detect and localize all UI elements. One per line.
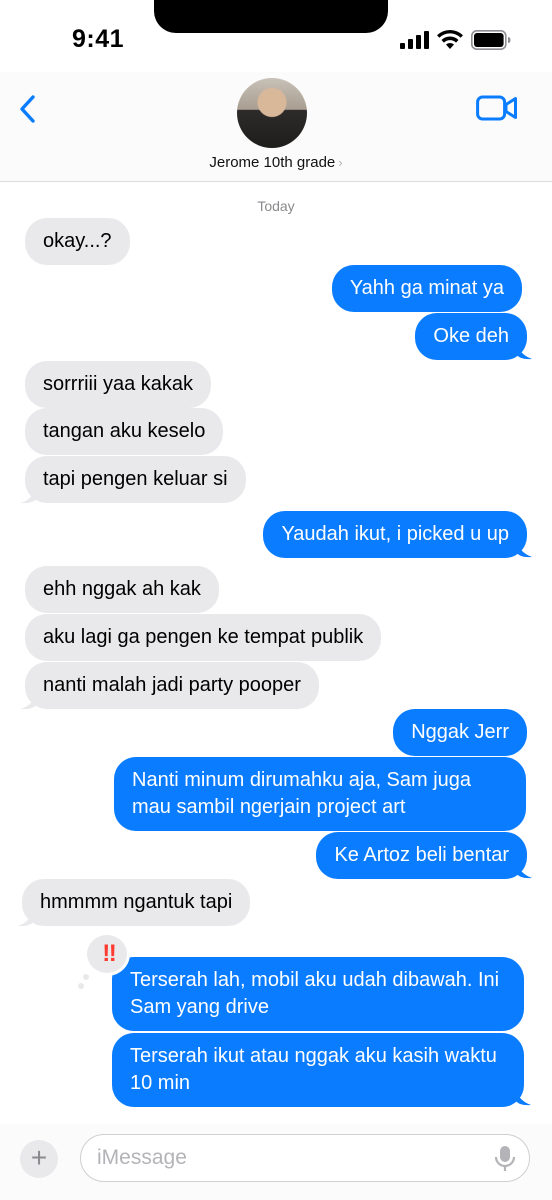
bubble-tail bbox=[516, 340, 532, 360]
battery-icon bbox=[471, 30, 511, 50]
contact-name-button[interactable]: Jerome 10th grade › bbox=[0, 154, 552, 171]
status-time: 9:41 bbox=[72, 25, 125, 53]
message-bubble-outgoing[interactable]: Yaudah ikut, i picked u up bbox=[263, 511, 527, 558]
message-field-container[interactable] bbox=[80, 1134, 530, 1182]
contact-name: Jerome 10th grade bbox=[209, 154, 336, 171]
message-bubble-incoming[interactable]: tangan aku keselo bbox=[25, 408, 224, 455]
microphone-icon[interactable] bbox=[493, 1145, 517, 1173]
message-bubble-outgoing[interactable]: Yahh ga minat ya bbox=[331, 265, 522, 312]
bubble-tail bbox=[515, 1086, 531, 1106]
tapback-reaction[interactable]: ‼ bbox=[84, 932, 130, 976]
reaction-tail-dot bbox=[78, 983, 84, 989]
status-bar: 9:41 bbox=[0, 0, 552, 72]
plus-icon: + bbox=[30, 1142, 48, 1173]
conversation-header: Jerome 10th grade › bbox=[0, 72, 552, 182]
message-bubble-incoming[interactable]: nanti malah jadi party pooper bbox=[25, 662, 319, 709]
message-bubble-incoming[interactable]: okay...? bbox=[25, 218, 130, 265]
message-bubble-outgoing[interactable]: Nanti minum dirumahku aja, Sam juga mau … bbox=[114, 757, 526, 831]
message-bubble-outgoing[interactable]: Nggak Jerr bbox=[393, 709, 527, 756]
message-bubble-incoming[interactable]: ehh nggak ah kak bbox=[25, 566, 219, 613]
bubble-tail bbox=[18, 907, 34, 927]
bubble-tail bbox=[516, 859, 532, 879]
message-bubble-outgoing[interactable]: Terserah ikut atau nggak aku kasih waktu… bbox=[112, 1033, 524, 1107]
bubble-tail bbox=[21, 690, 37, 710]
dynamic-island bbox=[154, 0, 388, 33]
message-bubble-incoming[interactable]: hmmmm ngantuk tapi bbox=[22, 879, 251, 926]
message-bubble-outgoing[interactable]: Oke deh bbox=[415, 313, 527, 360]
message-bubble-incoming[interactable]: aku lagi ga pengen ke tempat publik bbox=[25, 614, 382, 661]
reaction-tail-dot bbox=[81, 972, 91, 982]
bubble-tail bbox=[516, 538, 532, 558]
add-attachment-button[interactable]: + bbox=[20, 1140, 58, 1178]
message-bubble-incoming[interactable]: sorrriii yaa kakak bbox=[25, 361, 212, 408]
date-separator: Today bbox=[257, 198, 295, 214]
cellular-signal-icon bbox=[400, 31, 429, 49]
message-bubble-outgoing[interactable]: Ke Artoz beli bentar bbox=[316, 832, 527, 879]
chevron-right-icon: › bbox=[338, 155, 343, 170]
back-chevron-icon[interactable] bbox=[16, 94, 42, 124]
message-bubble-outgoing[interactable]: Terserah lah, mobil aku udah dibawah. In… bbox=[112, 957, 524, 1031]
wifi-icon bbox=[437, 29, 463, 49]
contact-avatar[interactable] bbox=[237, 78, 307, 148]
message-bubble-incoming[interactable]: tapi pengen keluar si bbox=[25, 456, 246, 503]
bubble-tail bbox=[21, 484, 37, 504]
compose-bar: + bbox=[0, 1124, 552, 1200]
video-call-icon[interactable] bbox=[476, 94, 518, 122]
message-input[interactable] bbox=[97, 1143, 477, 1173]
double-exclamation-icon: ‼ bbox=[102, 940, 117, 967]
